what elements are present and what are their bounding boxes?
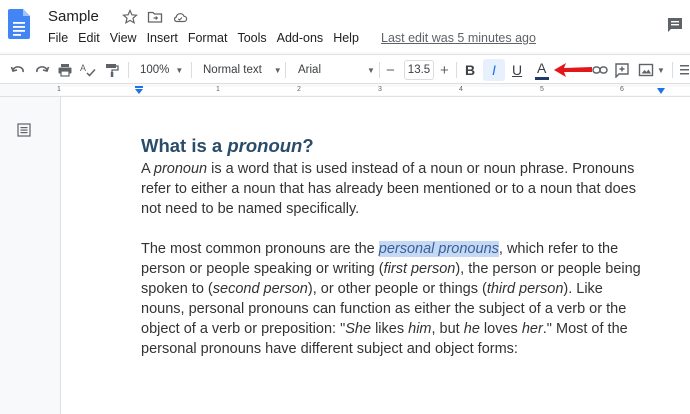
undo-icon <box>10 66 24 73</box>
document-title[interactable]: Sample <box>48 8 99 25</box>
ruler-page-area <box>60 87 690 95</box>
chevron-down-icon: ▼ <box>175 65 184 75</box>
document-heading: What is a pronoun? <box>141 135 314 156</box>
menu-help[interactable]: Help <box>333 31 359 45</box>
zoom-dropdown[interactable]: 100% ▼ <box>140 55 183 85</box>
add-comment-icon <box>615 63 629 78</box>
left-indent-marker[interactable] <box>134 86 144 95</box>
paragraph-2[interactable]: The most common pronouns are the persona… <box>141 239 676 359</box>
decrease-font-size-button[interactable]: − <box>386 55 395 85</box>
paragraph-1[interactable]: A pronoun is a word that is used instead… <box>141 159 676 219</box>
increase-font-size-button[interactable]: + <box>440 55 449 85</box>
style-dropdown[interactable]: Normal text ▼ <box>203 55 282 85</box>
style-value: Normal text <box>203 64 262 76</box>
move-to-folder-icon[interactable] <box>147 9 163 25</box>
spellcheck-button[interactable]: A <box>80 55 96 85</box>
document-page[interactable]: What is a pronoun? A pronoun is a word t… <box>60 97 690 414</box>
cloud-status-icon[interactable] <box>172 9 188 25</box>
docs-logo-icon[interactable] <box>8 9 30 39</box>
toolbar: A 100% ▼ Normal text ▼ Arial ▼ − 13.5 + … <box>0 54 690 84</box>
font-size-input[interactable]: 13.5 <box>404 60 434 80</box>
title-bar: Sample File Edit View Insert Format Tool… <box>0 0 690 52</box>
paint-format-button[interactable] <box>104 55 120 85</box>
ruler-number: 1 <box>216 86 220 93</box>
red-arrow-annotation <box>554 63 592 77</box>
menu-format[interactable]: Format <box>188 31 228 45</box>
text-color-button[interactable]: A <box>535 55 549 85</box>
more-icon <box>680 65 689 75</box>
menu-addons[interactable]: Add-ons <box>277 31 324 45</box>
star-icon[interactable] <box>122 9 138 25</box>
underline-button[interactable]: U <box>512 55 522 85</box>
ruler[interactable]: 1 1 2 3 4 5 6 <box>0 85 690 97</box>
zoom-value: 100% <box>140 64 170 76</box>
docs-window: Sample File Edit View Insert Format Tool… <box>0 0 690 414</box>
ruler-number: 6 <box>620 86 624 93</box>
ruler-number: 5 <box>540 86 544 93</box>
menu-edit[interactable]: Edit <box>78 31 100 45</box>
insert-image-button[interactable]: ▼ <box>638 55 665 85</box>
ruler-number: 1 <box>57 86 61 93</box>
spellcheck-icon: A <box>80 63 96 77</box>
link-icon <box>592 66 608 74</box>
svg-text:A: A <box>80 63 86 73</box>
add-comment-button[interactable] <box>614 55 630 85</box>
paint-format-icon <box>106 64 119 77</box>
text-color-letter: A <box>537 60 547 76</box>
menu-tools[interactable]: Tools <box>237 31 266 45</box>
more-button[interactable] <box>679 55 689 85</box>
ruler-number: 3 <box>378 86 382 93</box>
chevron-down-icon: ▼ <box>273 65 282 75</box>
insert-image-icon <box>638 63 654 77</box>
insert-link-button[interactable] <box>592 55 608 85</box>
menu-bar: File Edit View Insert Format Tools Add-o… <box>48 31 369 45</box>
print-button[interactable] <box>57 55 73 85</box>
outline-icon[interactable] <box>16 122 32 138</box>
menu-view[interactable]: View <box>110 31 137 45</box>
last-edit-link[interactable]: Last edit was 5 minutes ago <box>381 31 536 45</box>
redo-button[interactable] <box>34 55 50 85</box>
right-indent-marker[interactable] <box>656 88 666 95</box>
print-icon <box>58 64 72 77</box>
selected-text[interactable]: personal pronouns <box>378 241 499 257</box>
italic-button[interactable]: I <box>483 59 505 81</box>
menu-file[interactable]: File <box>48 31 68 45</box>
text-color-swatch <box>535 77 549 80</box>
comment-icon[interactable] <box>666 16 684 34</box>
font-value: Arial <box>298 64 322 76</box>
menu-insert[interactable]: Insert <box>147 31 178 45</box>
ruler-number: 4 <box>459 86 463 93</box>
bold-button[interactable]: B <box>465 55 475 85</box>
chevron-down-icon: ▼ <box>657 65 665 75</box>
ruler-number: 2 <box>297 86 301 93</box>
font-dropdown[interactable]: Arial ▼ <box>298 55 375 85</box>
redo-icon <box>36 66 50 73</box>
chevron-down-icon: ▼ <box>367 65 375 75</box>
undo-button[interactable] <box>10 55 26 85</box>
